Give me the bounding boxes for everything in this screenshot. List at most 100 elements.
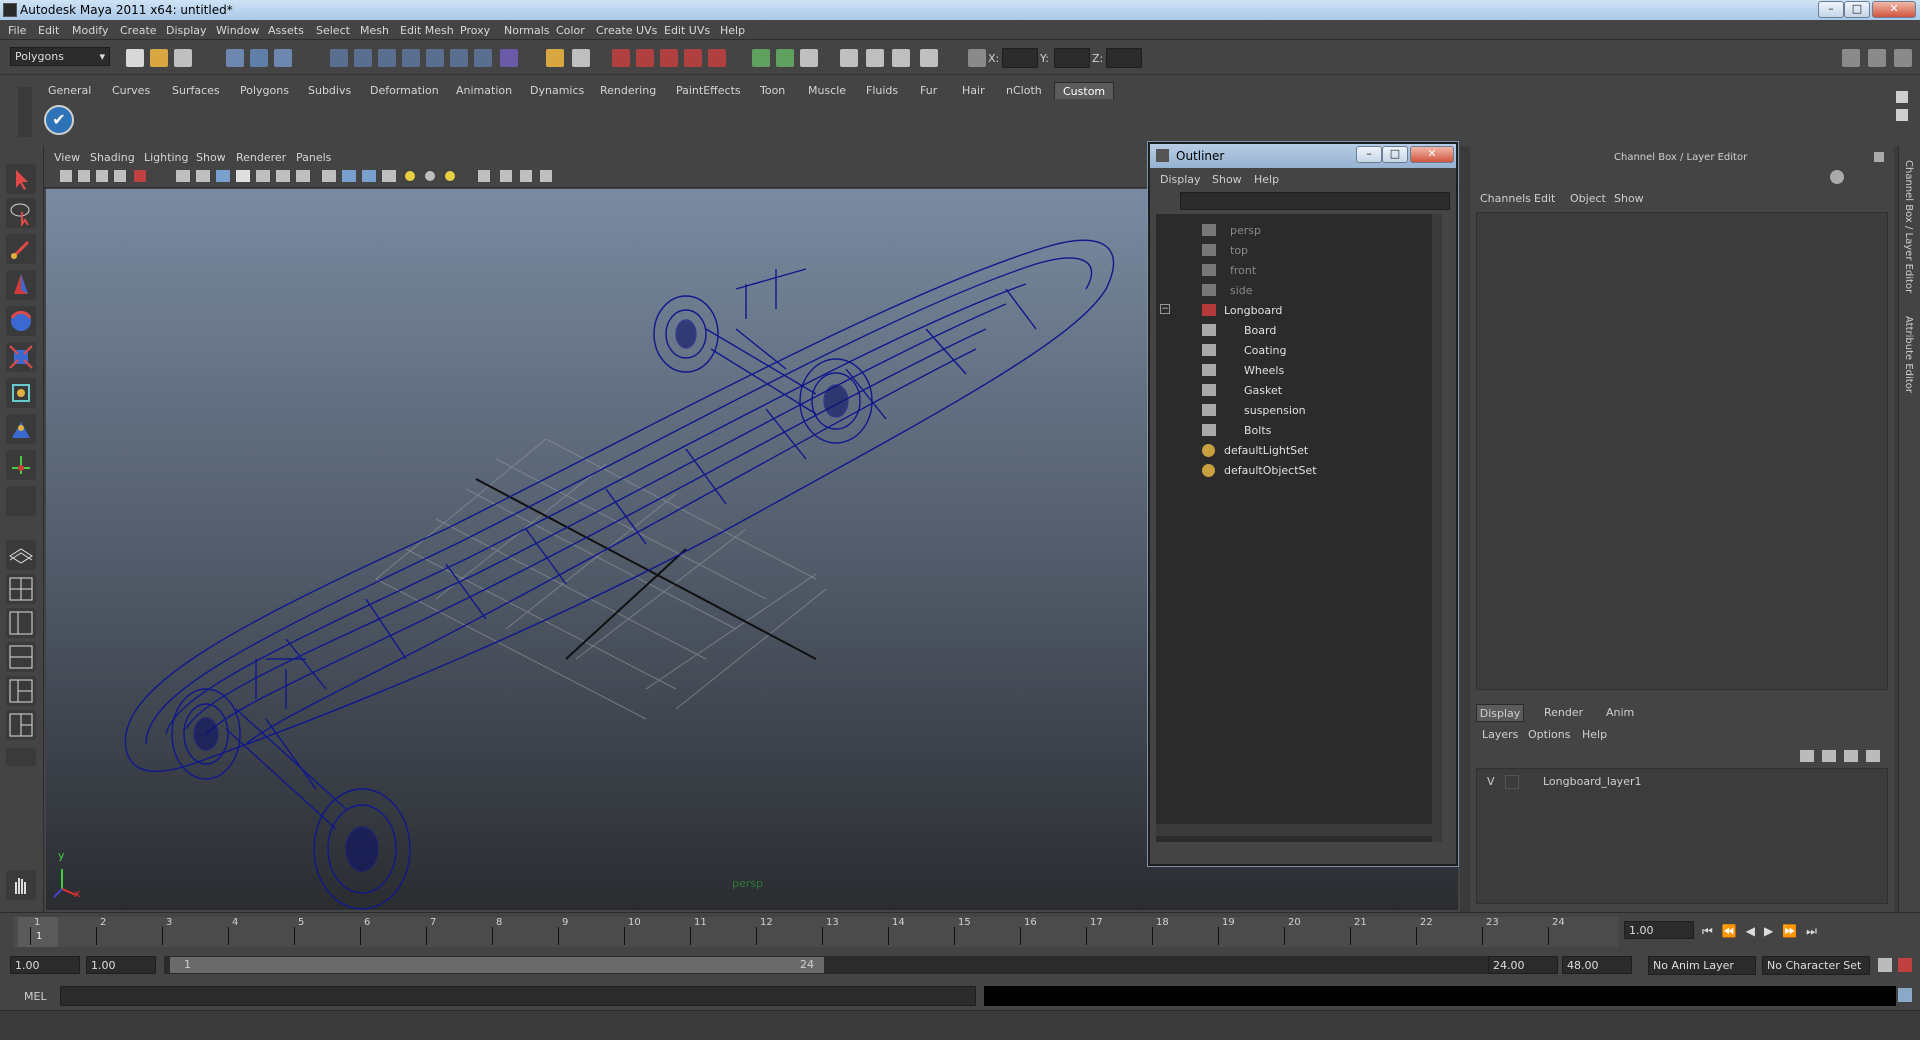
channel-toggle-icon[interactable]	[1894, 49, 1912, 67]
outliner-item-bolts[interactable]: Bolts	[1244, 424, 1271, 437]
collapse-toggle-icon[interactable]: −	[1160, 304, 1170, 314]
menu-window[interactable]: Window	[216, 24, 259, 37]
menu-mesh[interactable]: Mesh	[360, 24, 389, 37]
move-layer-up-icon[interactable]	[1844, 750, 1858, 762]
input-line-icon[interactable]	[752, 49, 770, 67]
shelf-tab-deformation[interactable]: Deformation	[362, 82, 447, 99]
shelf-tab-curves[interactable]: Curves	[104, 82, 158, 99]
persp-graph-layout-icon[interactable]	[6, 642, 36, 672]
show-hypergraph-icon[interactable]	[920, 49, 938, 67]
snap-plane-icon[interactable]	[402, 49, 420, 67]
playback-controls[interactable]: ⏮⏪◀▶⏩⏭	[1702, 924, 1826, 939]
menu-create[interactable]: Create	[120, 24, 157, 37]
layer-help-menu[interactable]: Help	[1582, 728, 1607, 741]
playback-end-field[interactable]: 24.00	[1488, 956, 1558, 974]
snap-surface-icon[interactable]	[426, 49, 444, 67]
outliner-item-defaultobjectset[interactable]: defaultObjectSet	[1224, 464, 1317, 477]
shelf-tab-polygons[interactable]: Polygons	[232, 82, 297, 99]
menu-modify[interactable]: Modify	[72, 24, 108, 37]
outliner-menu-show[interactable]: Show	[1212, 173, 1242, 186]
outliner-graph-layout-icon[interactable]	[6, 710, 36, 740]
viewport-menu-renderer[interactable]: Renderer	[236, 151, 286, 164]
outliner-filter-field[interactable]	[1180, 192, 1450, 210]
persp-outliner-layout-icon[interactable]	[6, 608, 36, 638]
select-by-object-icon[interactable]	[250, 49, 268, 67]
outliner-minimize-button[interactable]: –	[1356, 146, 1382, 163]
current-frame-field[interactable]: 1.00	[1624, 921, 1694, 939]
outliner-item-front[interactable]: front	[1230, 264, 1256, 277]
history-icon[interactable]	[500, 49, 518, 67]
shelf-scroll-down-icon[interactable]	[1896, 109, 1908, 121]
scale-tool-icon[interactable]	[6, 342, 36, 372]
z-field[interactable]	[1106, 48, 1142, 68]
preferences-icon[interactable]	[1898, 958, 1912, 972]
panel-toggle-icon[interactable]	[1868, 49, 1886, 67]
shelf-menu-handle[interactable]	[18, 87, 32, 137]
layer-name[interactable]: Longboard_layer1	[1543, 775, 1641, 788]
outliner-item-coating[interactable]: Coating	[1244, 344, 1286, 357]
attribute-editor-side-tab[interactable]: Attribute Editor	[1903, 316, 1914, 393]
checkmark-icon[interactable]: ✔	[44, 105, 74, 135]
save-scene-icon[interactable]	[174, 49, 192, 67]
show-outliner-icon[interactable]	[892, 49, 910, 67]
select-by-component-icon[interactable]	[274, 49, 292, 67]
outliner-item-wheels[interactable]: Wheels	[1244, 364, 1284, 377]
rotate-tool-icon[interactable]	[6, 306, 36, 336]
shelf-tab-animation[interactable]: Animation	[448, 82, 520, 99]
layer-color-swatch[interactable]	[1525, 775, 1539, 789]
shelf-scroll-up-icon[interactable]	[1896, 91, 1908, 103]
shelf-tab-dynamics[interactable]: Dynamics	[522, 82, 592, 99]
hand-icon[interactable]	[6, 870, 36, 900]
lasso-tool-icon[interactable]	[6, 198, 36, 228]
menu-edit-uvs[interactable]: Edit UVs	[664, 24, 710, 37]
show-attribute-editor-icon[interactable]	[800, 49, 818, 67]
menu-normals[interactable]: Normals	[504, 24, 550, 37]
menu-file[interactable]: File	[8, 24, 26, 37]
render-settings-icon[interactable]	[660, 49, 678, 67]
x-field[interactable]	[1002, 48, 1038, 68]
viewport-menu-panels[interactable]: Panels	[296, 151, 331, 164]
viewport-menu-view[interactable]: View	[54, 151, 80, 164]
command-language-label[interactable]: MEL	[24, 990, 47, 1003]
layer-row[interactable]: V Longboard_layer1	[1477, 773, 1887, 791]
new-scene-icon[interactable]	[126, 49, 144, 67]
move-layer-down-icon[interactable]	[1866, 750, 1880, 762]
snap-grid-icon[interactable]	[330, 49, 348, 67]
outliner-maximize-button[interactable]: □	[1382, 146, 1408, 163]
end-time-field[interactable]: 48.00	[1562, 956, 1632, 974]
snap-point-icon[interactable]	[378, 49, 396, 67]
relative-transform-icon[interactable]	[776, 49, 794, 67]
outliner-item-gasket[interactable]: Gasket	[1244, 384, 1282, 397]
construction-history-icon[interactable]	[546, 49, 564, 67]
range-bar[interactable]: 1 24	[170, 957, 824, 973]
layers-menu[interactable]: Layers	[1482, 728, 1518, 741]
viewport-menu-lighting[interactable]: Lighting	[144, 151, 188, 164]
outliner-close-button[interactable]: ✕	[1410, 146, 1454, 163]
menu-edit-mesh[interactable]: Edit Mesh	[400, 24, 454, 37]
layer-options-menu[interactable]: Options	[1528, 728, 1570, 741]
single-pane-layout-icon[interactable]	[6, 540, 36, 570]
channels-menu[interactable]: Channels	[1480, 192, 1531, 205]
open-scene-icon[interactable]	[150, 49, 168, 67]
outliner-horizontal-scrollbar[interactable]	[1156, 824, 1432, 836]
outliner-menu-display[interactable]: Display	[1160, 173, 1201, 186]
render-view-icon[interactable]	[708, 49, 726, 67]
paint-select-tool-icon[interactable]	[6, 234, 36, 264]
snap-live-icon[interactable]	[450, 49, 468, 67]
menu-create-uvs[interactable]: Create UVs	[596, 24, 657, 37]
y-field[interactable]	[1054, 48, 1090, 68]
outliner-item-suspension[interactable]: suspension	[1244, 404, 1306, 417]
shelf-tab-painteffects[interactable]: PaintEffects	[668, 82, 749, 99]
channel-box-options-icon[interactable]	[1830, 170, 1844, 184]
move-tool-icon[interactable]	[6, 270, 36, 300]
universal-manipulator-icon[interactable]	[6, 378, 36, 408]
menu-color[interactable]: Color	[556, 24, 585, 37]
new-layer-selected-icon[interactable]	[1822, 750, 1836, 762]
outliner-item-side[interactable]: side	[1230, 284, 1253, 297]
last-tool-slot[interactable]	[6, 486, 36, 516]
outliner-title-bar[interactable]: Outliner – □ ✕	[1150, 144, 1456, 168]
channel-box-close-icon[interactable]	[1874, 152, 1884, 162]
outliner-item-defaultlightset[interactable]: defaultLightSet	[1224, 444, 1308, 457]
layer-visibility-toggle[interactable]: V	[1487, 775, 1495, 788]
absolute-transform-icon[interactable]	[968, 49, 986, 67]
